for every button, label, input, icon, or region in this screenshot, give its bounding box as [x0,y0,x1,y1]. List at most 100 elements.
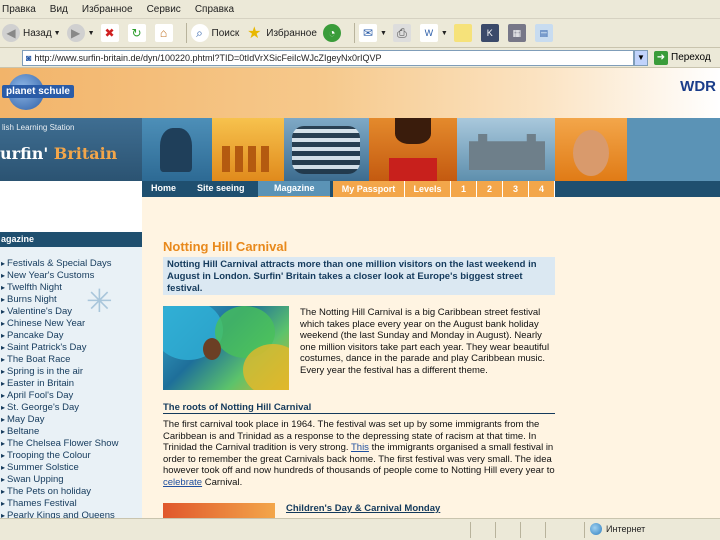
sidebar-item[interactable]: ▸ Easter in Britain [0,378,142,390]
arrow-right-icon: ▸ [1,439,6,448]
sidebar-item-label: Summer Solstice [7,462,79,473]
this-link[interactable]: This [351,442,369,453]
celebrate-link[interactable]: celebrate [163,477,202,488]
history-button[interactable]: ◔ [322,21,344,45]
research-button[interactable]: ▤ [534,21,556,45]
sidebar-item[interactable]: ▸ Spring is in the air [0,366,142,378]
nav-home[interactable]: Home [151,183,176,193]
sidebar-item[interactable]: ▸ Chinese New Year [0,318,142,330]
menu-favorites[interactable]: Избранное [82,4,133,15]
forward-arrow-icon: ▶ [66,24,85,42]
arrow-right-icon: ▸ [1,379,6,388]
nav-level-3[interactable]: 3 [503,181,529,197]
home-button[interactable]: ⌂ [154,21,176,45]
planet-schule-logo[interactable]: planet schule [2,85,74,98]
print-button[interactable]: ⎙ [392,21,414,45]
guard-hat [395,118,431,144]
arrow-right-icon: ▸ [1,499,6,508]
banner-photo-guard [369,118,457,181]
favorites-button[interactable]: ★ Избранное [245,21,317,45]
childrens-day-thumbnail [163,503,275,518]
sidebar-item[interactable]: ▸ May Day [0,414,142,426]
banner-photo-queen [142,118,212,181]
home-icon: ⌂ [154,24,173,42]
sidebar-item-label: Beltane [7,426,40,437]
sidebar-title: agazine [0,232,142,247]
wdr-logo[interactable]: WDR [680,78,716,95]
sidebar-item[interactable]: ▸ The Pets on holiday [0,486,142,498]
back-dropdown-icon: ▼ [53,29,61,37]
sidebar-item[interactable]: ▸ Thames Festival [0,498,142,510]
arrow-right-icon: ▸ [1,331,6,340]
sidebar-item[interactable]: ▸ The Boat Race [0,354,142,366]
messenger-icon: K [480,24,499,42]
search-button[interactable]: ⌕ Поиск [190,21,239,45]
sidebar-item[interactable]: ▸ April Fool's Day [0,390,142,402]
back-button[interactable]: ◀ Назад ▼ [2,21,61,45]
back-arrow-icon: ◀ [2,24,20,42]
rugby-players [292,126,360,174]
sidebar-item-label: Chinese New Year [7,318,86,329]
sidebar-item[interactable]: ▸ Festivals & Special Days [0,258,142,270]
arrow-right-icon: ▸ [1,415,6,424]
sidebar-item[interactable]: ▸ St. George's Day [0,402,142,414]
nav-my-passport[interactable]: My Passport [333,181,405,197]
notes-button[interactable] [453,21,475,45]
mail-button[interactable]: ✉ ▼ [358,21,387,45]
sidebar-item[interactable]: ▸ The Chelsea Flower Show [0,438,142,450]
page-icon: ◙ [26,52,32,63]
internet-globe-icon [590,523,602,535]
menu-edit[interactable]: Правка [2,4,36,15]
address-dropdown-button[interactable]: ▼ [634,49,648,66]
nav-site-seeing[interactable]: Site seeing [197,183,245,193]
sidebar-item[interactable]: ▸ Swan Upping [0,474,142,486]
banner-photo-portrait [555,118,627,181]
nav-levels[interactable]: Levels [405,181,451,197]
dancer-face [203,338,221,360]
sidebar-item-label: Swan Upping [7,474,64,485]
refresh-button[interactable]: ↻ [127,21,149,45]
forward-button[interactable]: ▶ ▼ [66,21,95,45]
sidebar-item[interactable]: ▸ Beltane [0,426,142,438]
status-divider [495,522,496,538]
nav-level-1[interactable]: 1 [451,181,477,197]
sidebar-item-label: Twelfth Night [7,282,62,293]
address-input[interactable]: ◙ http://www.surfin-britain.de/dyn/10022… [22,49,634,66]
site-banner: lish Learning Station urfin' Britain [0,118,720,181]
edit-button[interactable]: W ▼ [419,21,448,45]
sidebar-item[interactable]: ▸ Valentine's Day [0,306,142,318]
site-title: urfin' Britain [0,144,117,163]
intro-box: Notting Hill Carnival attracts more than… [163,257,555,295]
article-paragraph-1: The Notting Hill Carnival is a big Carib… [300,307,550,376]
stop-button[interactable]: ✖ [100,21,122,45]
sidebar-item[interactable]: ▸ Twelfth Night [0,282,142,294]
site-header: planet schule WDR [0,68,720,118]
sidebar-item[interactable]: ▸ Trooping the Colour [0,450,142,462]
browser-statusbar: Интернет [0,518,720,540]
sidebar-item[interactable]: ▸ Saint Patrick's Day [0,342,142,354]
nav-level-4[interactable]: 4 [529,181,555,197]
nav-magazine[interactable]: Magazine [274,183,315,193]
tools-button[interactable]: ▦ [507,21,529,45]
sidebar-item-label: Festivals & Special Days [7,258,112,269]
status-divider [545,522,546,538]
sidebar-item-label: The Chelsea Flower Show [7,438,119,449]
para2-text-end: Carnival. [202,476,243,488]
notes-icon [453,24,472,42]
section-heading-childrens-day[interactable]: Children's Day & Carnival Monday [286,503,440,514]
sidebar-item[interactable]: ▸ Summer Solstice [0,462,142,474]
menu-view[interactable]: Вид [50,4,68,15]
edit-dropdown-icon: ▼ [440,29,448,37]
sidebar-item[interactable]: ▸ New Year's Customs [0,270,142,282]
arrow-right-icon: ▸ [1,319,6,328]
sidebar-item[interactable]: ▸ Pancake Day [0,330,142,342]
sidebar-item[interactable]: ▸ Burns Night [0,294,142,306]
chevron-down-icon: ▼ [637,53,645,62]
go-button[interactable]: ➜ Переход [654,50,711,65]
sidebar-item-label: April Fool's Day [7,390,74,401]
messenger-button[interactable]: K [480,21,502,45]
article-content: Notting Hill Carnival Notting Hill Carni… [142,197,720,518]
menu-help[interactable]: Справка [195,4,234,15]
menu-tools[interactable]: Сервис [147,4,181,15]
nav-level-2[interactable]: 2 [477,181,503,197]
